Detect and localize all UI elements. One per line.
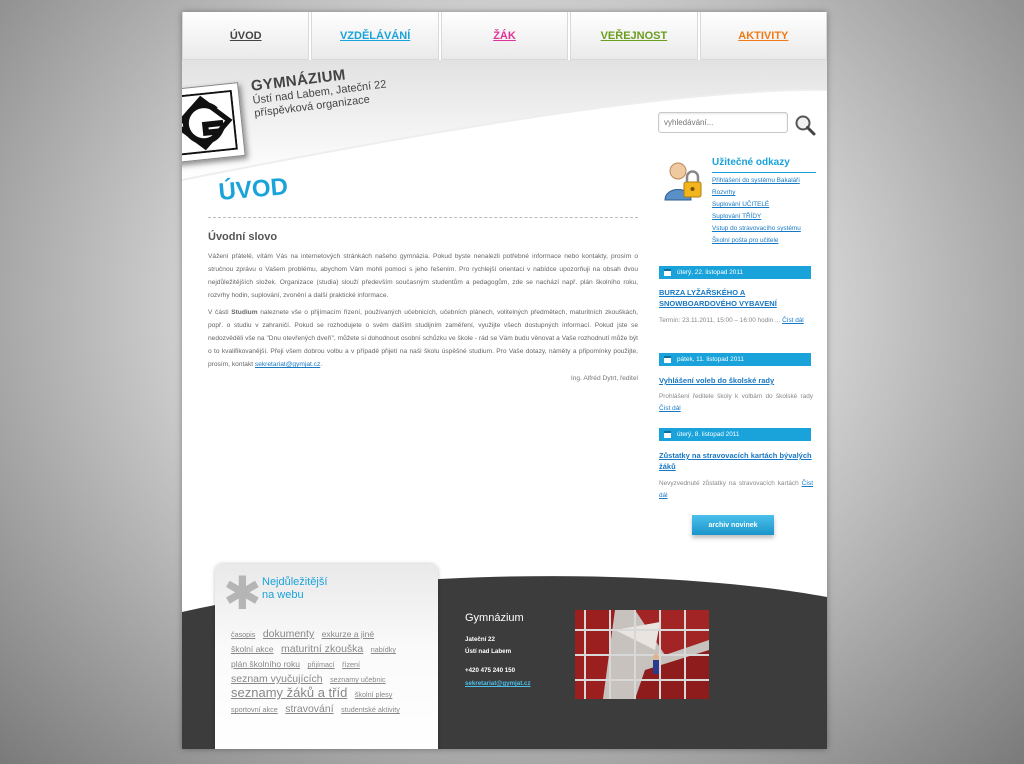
school-logo[interactable] xyxy=(182,82,246,164)
useful-link-item: Školní pošta pro učitele xyxy=(712,235,801,247)
news-title-link[interactable]: BURZA LYŽAŘSKÉHO A SNOWBOARDOVÉHO VYBAVE… xyxy=(659,287,815,309)
news-date-bar: úterý, 22. listopad 2011 xyxy=(659,266,811,279)
footer-photo xyxy=(575,610,709,699)
read-more-link[interactable]: Číst dál xyxy=(782,317,804,324)
user-lock-icon xyxy=(664,162,702,201)
tag-cloud-box: ✱ Nejdůležitější na webu časopis dokumen… xyxy=(215,564,438,749)
tag-link[interactable]: seznamy učebnic xyxy=(330,675,386,684)
news-body: Nevyzvednuté zůstatky na stravovacích ka… xyxy=(659,478,813,502)
intro-paragraph-2: V části Studium naleznete vše o přijímac… xyxy=(208,306,638,371)
news-body: Termín: 23.11.2011, 15:00 – 16:00 hodin … xyxy=(659,315,813,327)
nav-tab-zak[interactable]: ŽÁK xyxy=(440,12,569,60)
useful-link-stravovaci-system[interactable]: Vstup do stravovacího systému xyxy=(712,225,801,232)
tag-link[interactable]: stravování xyxy=(285,703,333,715)
intro-heading: Úvodní slovo xyxy=(208,231,278,243)
scaffolding-photo-image xyxy=(575,610,709,699)
para2-end: . xyxy=(320,361,323,368)
tag-link[interactable]: plán školního roku xyxy=(231,659,300,669)
tag-link[interactable]: seznamy žáků a tříd xyxy=(231,685,347,700)
news-date-bar: úterý, 8. listopad 2011 xyxy=(659,428,811,441)
search-input[interactable] xyxy=(658,112,788,133)
useful-links-title: Užitečné odkazy xyxy=(712,157,790,168)
news-body-text: Termín: 23.11.2011, 15:00 – 16:00 hodin … xyxy=(659,317,781,324)
tag-link[interactable]: řízení xyxy=(342,660,360,669)
footer-school-name: Gymnázium xyxy=(465,612,524,624)
para2-start: V části xyxy=(208,309,232,316)
tag-link[interactable]: maturitní zkouška xyxy=(281,643,363,655)
logo-g-icon xyxy=(182,89,238,157)
news-date-bar: pátek, 11. listopad 2011 xyxy=(659,353,811,366)
tag-cloud-title-line2: na webu xyxy=(262,589,304,601)
news-body-text: Prohlášení ředitele školy k volbám do šk… xyxy=(659,393,813,400)
useful-link-item: Suplování TŘÍDY xyxy=(712,211,801,223)
tag-link[interactable]: školní akce xyxy=(231,644,274,654)
intro-paragraph-1: Vážení přátelé, vítám Vás na internetový… xyxy=(208,253,638,299)
read-more-link[interactable]: Číst dál xyxy=(659,405,681,412)
useful-link-item: Vstup do stravovacího systému xyxy=(712,223,801,235)
news-date: úterý, 22. listopad 2011 xyxy=(677,269,743,276)
news-body-text: Nevyzvednuté zůstatky na stravovacích ka… xyxy=(659,480,799,487)
nav-tab-vzdelavani[interactable]: VZDĚLÁVÁNÍ xyxy=(311,12,439,60)
nav-tab-verejnost[interactable]: VEŘEJNOST xyxy=(570,12,698,60)
news-title-link[interactable]: Vyhlášení voleb do školské rady xyxy=(659,375,815,386)
tag-cloud-title-line1: Nejdůležitější xyxy=(262,576,328,588)
title-divider xyxy=(208,217,638,218)
asterisk-icon: ✱ xyxy=(223,566,262,620)
useful-link-rozvrhy[interactable]: Rozvrhy xyxy=(712,189,735,196)
page-container: ÚVOD VZDĚLÁVÁNÍ ŽÁK VEŘEJNOST AKTIVITY G… xyxy=(182,12,827,749)
calendar-icon xyxy=(664,269,671,276)
news-title-link[interactable]: Zůstatky na stravovacích kartách bývalýc… xyxy=(659,450,815,472)
useful-link-skolni-posta[interactable]: Školní pošta pro učitele xyxy=(712,237,778,244)
nav-tab-aktivity[interactable]: AKTIVITY xyxy=(699,12,827,60)
tag-link[interactable]: exkurze a jiné xyxy=(322,629,374,639)
news-date: pátek, 11. listopad 2011 xyxy=(677,356,744,363)
news-body: Prohlášení ředitele školy k volbám do šk… xyxy=(659,391,813,415)
useful-links-divider xyxy=(712,172,816,173)
tag-link[interactable]: časopis xyxy=(231,630,255,639)
tag-link[interactable]: přijímací xyxy=(307,660,334,669)
calendar-icon xyxy=(664,356,671,363)
useful-link-suplovani-tridy[interactable]: Suplování TŘÍDY xyxy=(712,213,761,220)
useful-link-item: Suplování UČITELÉ xyxy=(712,199,801,211)
tag-cloud-title: Nejdůležitější na webu xyxy=(262,576,372,602)
tag-link[interactable]: seznam vyučujících xyxy=(231,673,323,685)
news-date: úterý, 8. listopad 2011 xyxy=(677,431,740,438)
contact-email-link[interactable]: sekretariat@gymjat.cz xyxy=(255,361,320,368)
tag-link[interactable]: školní plesy xyxy=(355,690,393,699)
footer-email-row: sekretariat@gymjat.cz xyxy=(465,680,531,687)
footer-phone: +420 475 240 150 xyxy=(465,667,516,674)
useful-link-item: Přihlášení do systému Bakaláři xyxy=(712,175,801,187)
news-archive-button[interactable]: archiv novinek xyxy=(692,515,774,535)
tag-link[interactable]: nabídky xyxy=(371,645,396,654)
footer-email-link[interactable]: sekretariat@gymjat.cz xyxy=(465,680,531,687)
useful-link-suplovani-ucitele[interactable]: Suplování UČITELÉ xyxy=(712,201,769,208)
tag-link[interactable]: dokumenty xyxy=(263,628,314,640)
signature: Ing. Alfréd Dytrt, ředitel xyxy=(570,375,638,382)
tag-cloud: časopis dokumenty exkurze a jiné školní … xyxy=(231,626,427,716)
tag-link[interactable]: sportovní akce xyxy=(231,705,278,714)
useful-link-bakalari[interactable]: Přihlášení do systému Bakaláři xyxy=(712,177,800,184)
useful-links-list: Přihlášení do systému Bakaláři Rozvrhy S… xyxy=(712,175,801,247)
page-title: ÚVOD xyxy=(217,173,289,207)
calendar-icon xyxy=(664,431,671,438)
footer-city: Ústí nad Labem xyxy=(465,648,512,655)
main-navigation: ÚVOD VZDĚLÁVÁNÍ ŽÁK VEŘEJNOST AKTIVITY xyxy=(182,12,827,62)
tag-link[interactable]: studentské aktivity xyxy=(341,705,400,714)
para2-text: naleznete vše o přijímacím řízení, použí… xyxy=(208,309,638,368)
useful-link-item: Rozvrhy xyxy=(712,187,801,199)
footer-street: Jateční 22 xyxy=(465,636,495,643)
para2-bold: Studium xyxy=(231,309,258,316)
nav-tab-uvod[interactable]: ÚVOD xyxy=(182,12,310,60)
search-icon[interactable] xyxy=(794,114,816,136)
